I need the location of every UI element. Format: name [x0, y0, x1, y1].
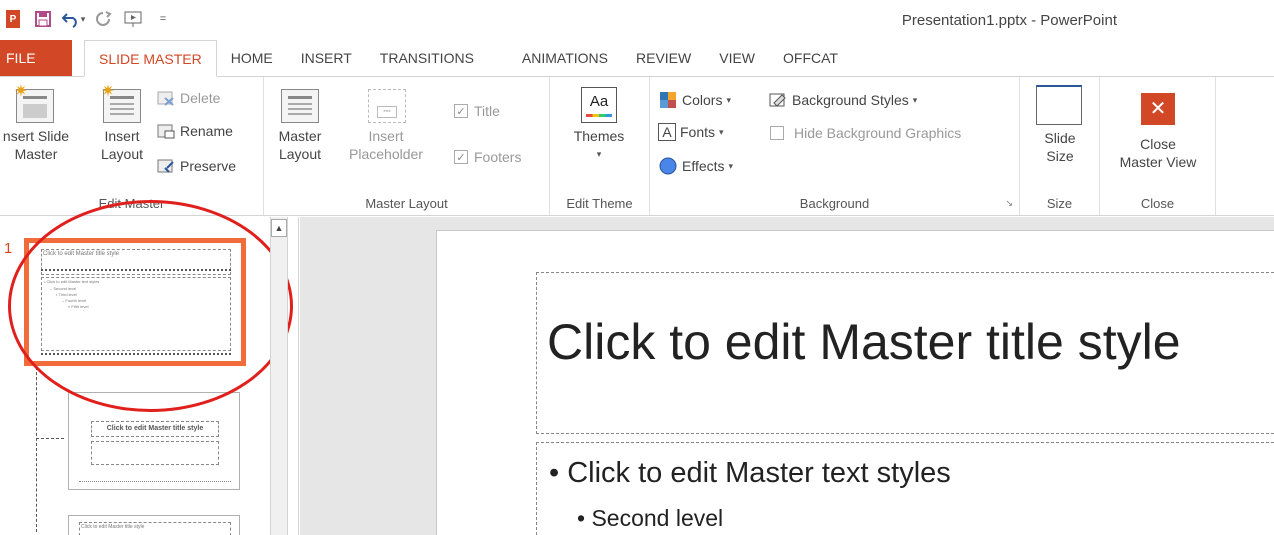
preserve-button[interactable]: Preserve	[156, 157, 236, 175]
title-bar: P ▾ = Presentation1.pptx - PowerPoint	[0, 0, 1274, 40]
scroll-up-icon[interactable]: ▲	[271, 219, 287, 237]
group-label-background: Background	[799, 196, 870, 211]
close-master-view-icon: ✕	[1141, 93, 1175, 125]
tab-offcat[interactable]: OFFCAT	[769, 40, 852, 76]
group-size: Slide Size Size	[1020, 77, 1100, 215]
group-edit-master: ✷ nsert Slide Master ✷ Insert Layout Del…	[0, 77, 264, 215]
thumbnail-scrollbar[interactable]: ▲	[270, 217, 288, 535]
insert-slide-master-button[interactable]: ✷ nsert Slide Master	[0, 84, 82, 163]
master-layout-icon	[281, 89, 319, 123]
fonts-label: Fonts	[680, 124, 716, 140]
group-edit-theme: Aa Themes ▾ Edit Theme	[550, 77, 650, 215]
background-styles-button[interactable]: Background Styles ▾	[768, 91, 917, 109]
title-placeholder-text: Click to edit Master title style	[547, 314, 1181, 370]
tab-view[interactable]: VIEW	[705, 40, 769, 76]
effects-icon	[658, 157, 678, 175]
colors-button[interactable]: Colors ▾	[658, 91, 731, 109]
master-layout-label: Master Layout	[278, 128, 322, 162]
insert-placeholder-icon: ▪▪▪	[368, 89, 406, 123]
background-styles-icon	[768, 91, 788, 109]
thumb-layout1-title: Click to edit Master title style	[91, 421, 219, 437]
layout-thumbnail-title-content[interactable]: Click to edit Master title style	[68, 515, 240, 535]
ribbon: ✷ nsert Slide Master ✷ Insert Layout Del…	[0, 76, 1274, 216]
annotation-circle	[8, 200, 293, 412]
delete-icon	[156, 89, 176, 107]
footers-checkbox-box[interactable]: ✓	[454, 150, 468, 164]
delete-button[interactable]: Delete	[156, 89, 220, 107]
preserve-label: Preserve	[180, 158, 237, 174]
effects-dropdown-icon: ▾	[728, 160, 734, 171]
preserve-pin-icon	[156, 157, 176, 175]
tab-slide-master[interactable]: SLIDE MASTER	[84, 40, 217, 77]
tab-file[interactable]: FILE	[0, 40, 72, 76]
thumb-layout1-subtitle	[91, 441, 219, 465]
insert-placeholder-button[interactable]: ▪▪▪ Insert Placeholder	[334, 89, 438, 163]
tab-review[interactable]: REVIEW	[622, 40, 705, 76]
master-layout-button[interactable]: Master Layout	[270, 89, 330, 163]
slide-size-icon	[1036, 85, 1082, 125]
colors-dropdown-icon: ▾	[726, 94, 731, 105]
themes-button[interactable]: Aa Themes ▾	[564, 87, 634, 163]
close-master-view-button[interactable]: ✕ Close Master View	[1108, 93, 1208, 171]
effects-button[interactable]: Effects ▾	[658, 157, 733, 175]
tab-insert[interactable]: INSERT	[287, 40, 366, 76]
layout-connector-line	[36, 362, 37, 532]
body-level1-text: • Click to edit Master text styles	[549, 457, 951, 489]
title-checkbox-label: Title	[474, 103, 500, 119]
footers-checkbox-label: Footers	[474, 149, 522, 165]
slide-size-button[interactable]: Slide Size	[1032, 85, 1088, 165]
fonts-icon: A	[658, 123, 676, 141]
tab-transitions[interactable]: TRANSITIONS	[366, 40, 488, 76]
themes-label: Themes	[573, 128, 625, 144]
slide-size-label: Slide Size	[1044, 130, 1076, 164]
insert-layout-icon: ✷	[101, 84, 141, 123]
group-close: ✕ Close Master View Close	[1100, 77, 1216, 215]
delete-label: Delete	[180, 90, 221, 106]
insert-layout-button[interactable]: ✷ Insert Layout	[92, 84, 152, 163]
thumb-layout2-title: Click to edit Master title style	[79, 522, 231, 535]
body-level2-text: • Second level	[577, 505, 724, 531]
body-placeholder[interactable]: • Click to edit Master text styles • Sec…	[536, 442, 1274, 535]
tab-animations[interactable]: ANIMATIONS	[508, 40, 622, 76]
footers-checkbox[interactable]: ✓ Footers	[454, 149, 521, 165]
rename-label: Rename	[180, 123, 233, 139]
group-label-master-layout: Master Layout	[365, 196, 448, 211]
insert-slide-master-icon: ✷	[14, 84, 54, 123]
pane-divider[interactable]	[298, 217, 299, 535]
group-master-layout: Master Layout ▪▪▪ Insert Placeholder ✓ T…	[264, 77, 550, 215]
fonts-dropdown-icon: ▾	[719, 126, 724, 137]
ribbon-tabs: FILE SLIDE MASTER HOME INSERT TRANSITION…	[0, 40, 1274, 77]
powerpoint-window: P ▾ = Presentation1.pptx - PowerPoint FI…	[0, 0, 1274, 535]
hide-background-graphics-label: Hide Background Graphics	[794, 125, 962, 141]
title-placeholder[interactable]: Click to edit Master title style	[536, 272, 1274, 434]
tab-home[interactable]: HOME	[217, 40, 287, 76]
layout-connector-branch	[36, 438, 64, 439]
thumb-layout1-footer	[79, 481, 231, 482]
effects-label: Effects	[682, 158, 725, 174]
insert-slide-master-label: nsert Slide Master	[2, 128, 70, 162]
colors-icon	[658, 91, 678, 109]
rename-icon	[156, 122, 176, 140]
rename-button[interactable]: Rename	[156, 122, 233, 140]
group-background: Colors ▾ A Fonts ▾ Effects ▾ Background …	[650, 77, 1020, 215]
hide-background-graphics-box[interactable]	[770, 126, 784, 140]
title-checkbox-box[interactable]: ✓	[454, 104, 468, 118]
group-label-size: Size	[1046, 196, 1073, 211]
themes-icon: Aa	[581, 87, 617, 123]
insert-placeholder-label: Insert Placeholder	[349, 128, 423, 162]
insert-layout-label: Insert Layout	[100, 128, 144, 162]
background-styles-label: Background Styles	[792, 92, 909, 108]
themes-dropdown-icon: ▾	[596, 149, 602, 159]
fonts-button[interactable]: A Fonts ▾	[658, 123, 724, 141]
close-master-view-label: Close Master View	[1119, 136, 1197, 170]
format-background-launcher-icon[interactable]: ↘	[1005, 198, 1013, 209]
group-label-edit-theme: Edit Theme	[566, 196, 633, 211]
background-styles-dropdown-icon: ▾	[912, 94, 918, 105]
slide-number: 1	[4, 240, 13, 257]
group-label-close: Close	[1140, 196, 1175, 211]
window-title: Presentation1.pptx - PowerPoint	[901, 12, 1117, 29]
hide-background-graphics-checkbox[interactable]: Hide Background Graphics	[770, 125, 961, 141]
colors-label: Colors	[682, 92, 723, 108]
title-checkbox[interactable]: ✓ Title	[454, 103, 500, 119]
